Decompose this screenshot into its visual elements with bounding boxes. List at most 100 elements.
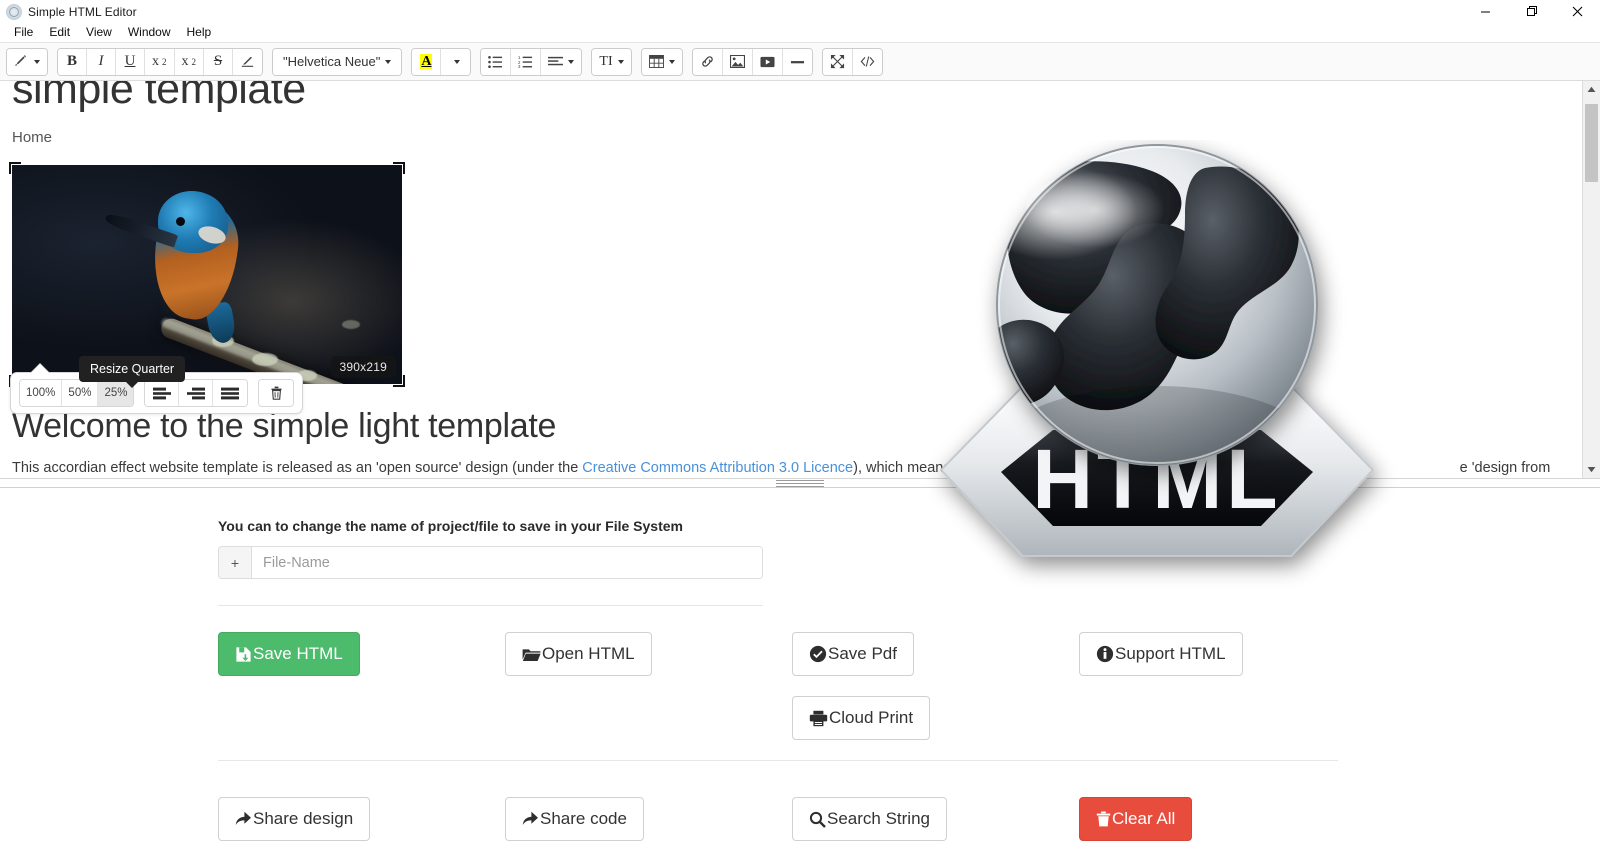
superscript-button[interactable]: x2	[145, 48, 175, 75]
resize-handle-top-left[interactable]	[9, 162, 21, 174]
chevron-down-icon	[617, 59, 624, 64]
editable-document[interactable]: simple template Home 390x219 Welcome to …	[0, 81, 1582, 478]
eraser-icon[interactable]	[233, 48, 262, 75]
italic-button[interactable]: I	[87, 48, 116, 75]
font-name-label: "Helvetica Neue"	[283, 54, 381, 69]
share-code-button[interactable]: Share code	[505, 797, 644, 841]
subscript-button[interactable]: x2	[174, 48, 204, 75]
editor-content-area[interactable]: simple template Home 390x219 Welcome to …	[0, 81, 1600, 479]
text-color-dropdown[interactable]	[441, 48, 471, 75]
code-icon[interactable]	[852, 48, 882, 75]
share-design-button[interactable]: Share design	[218, 797, 371, 841]
plus-icon[interactable]: +	[219, 547, 252, 578]
link-icon[interactable]	[692, 48, 723, 75]
file-name-input[interactable]	[252, 547, 762, 578]
window-title: Simple HTML Editor	[28, 4, 137, 19]
menu-item-file[interactable]: File	[6, 23, 41, 42]
paragraph-text-tail: e 'design from	[1459, 460, 1551, 476]
underline-button[interactable]: U	[116, 48, 145, 75]
svg-text:3: 3	[518, 64, 521, 69]
resize-50-button[interactable]: 50%	[62, 380, 99, 406]
save-html-button[interactable]: Save HTML	[218, 632, 360, 676]
selected-image-container[interactable]: 390x219	[9, 162, 405, 387]
font-name-dropdown[interactable]: "Helvetica Neue"	[273, 48, 402, 75]
paragraph-text-before: This accordian effect website template i…	[12, 460, 583, 476]
style-wand-button[interactable]	[7, 48, 47, 75]
save-pdf-label: Save Pdf	[828, 644, 897, 663]
creative-commons-link[interactable]: Creative Commons Attribution 3.0 Licence	[582, 460, 853, 476]
doc-nav-home-link[interactable]: Home	[12, 129, 1570, 147]
chevron-down-icon	[568, 59, 575, 64]
save-pdf-button[interactable]: Save Pdf	[792, 632, 914, 676]
primary-actions-row: Save HTML Open HTML Save Pdf Support HTM…	[218, 632, 1600, 676]
kingfisher-photo[interactable]: 390x219	[12, 165, 402, 384]
chevron-down-icon	[453, 59, 460, 64]
toolbar-group-insert	[691, 47, 813, 76]
support-html-button[interactable]: Support HTML	[1079, 632, 1243, 676]
minimize-icon[interactable]	[1462, 0, 1508, 23]
doc-title: simple template	[12, 81, 306, 113]
cloud-print-button[interactable]: Cloud Print	[792, 696, 931, 740]
expand-arrows-icon[interactable]	[822, 48, 853, 75]
scroll-down-arrow-icon[interactable]	[1583, 461, 1600, 478]
lichen-decor	[252, 353, 278, 366]
align-justify-icon[interactable]	[213, 380, 248, 406]
folder-open-icon	[522, 646, 541, 662]
toolbar-group-table	[640, 47, 683, 76]
scroll-up-arrow-icon[interactable]	[1583, 81, 1600, 98]
toolbar-group-format: B I U x2 x2 S	[57, 47, 263, 76]
editor-vertical-scrollbar[interactable]	[1582, 81, 1600, 478]
image-icon[interactable]	[722, 48, 753, 75]
scrollbar-thumb[interactable]	[1585, 104, 1598, 182]
align-left-icon[interactable]	[145, 380, 180, 406]
unordered-list-button[interactable]	[481, 48, 512, 75]
bold-button[interactable]: B	[58, 48, 87, 75]
image-size-group: 100% 50% 25%	[19, 379, 135, 407]
resize-handle-bottom-right[interactable]	[393, 375, 405, 387]
printer-icon	[809, 710, 828, 727]
menu-item-help[interactable]: Help	[179, 23, 220, 42]
chevron-down-icon	[668, 59, 675, 64]
ordered-list-button[interactable]: 1 2 3	[511, 48, 542, 75]
highlight-a-icon: A	[420, 54, 433, 69]
lichen-decor	[342, 320, 360, 329]
menu-item-window[interactable]: Window	[120, 23, 179, 42]
resize-handle-top-right[interactable]	[393, 162, 405, 174]
open-html-button[interactable]: Open HTML	[505, 632, 652, 676]
share-code-label: Share code	[540, 809, 627, 828]
bird-eye	[176, 217, 185, 226]
share-actions-row: Share design Share code Search String Cl…	[218, 797, 1600, 841]
text-color-button[interactable]: A	[412, 48, 442, 75]
panel-splitter[interactable]	[0, 479, 1600, 488]
doc-paragraph: This accordian effect website template i…	[12, 458, 1570, 478]
trash-icon[interactable]	[259, 380, 294, 406]
menubar: File Edit View Window Help	[0, 23, 1600, 43]
clear-all-button[interactable]: Clear All	[1079, 797, 1193, 841]
chevron-down-icon	[385, 59, 392, 64]
image-align-group	[144, 379, 249, 407]
strikethrough-button[interactable]: S	[204, 48, 233, 75]
clear-all-label: Clear All	[1112, 809, 1176, 828]
paragraph-text-after: ), which means	[853, 460, 951, 476]
actions-panel: You can to change the name of project/fi…	[0, 488, 1600, 856]
toolbar-group-textstyle: TI	[591, 47, 632, 76]
minus-icon[interactable]	[782, 48, 812, 75]
resize-100-button[interactable]: 100%	[20, 380, 63, 406]
close-icon[interactable]	[1554, 0, 1600, 23]
paragraph-align-dropdown[interactable]	[541, 48, 582, 75]
table-dropdown[interactable]	[641, 48, 682, 75]
search-string-button[interactable]: Search String	[792, 797, 947, 841]
menu-item-edit[interactable]: Edit	[41, 23, 78, 42]
text-style-dropdown[interactable]: TI	[592, 48, 631, 75]
align-right-icon[interactable]	[179, 380, 214, 406]
toolbar-group-view	[821, 47, 883, 76]
share-icon	[522, 811, 539, 827]
menu-item-view[interactable]: View	[78, 23, 120, 42]
maximize-icon[interactable]	[1508, 0, 1554, 23]
check-circle-icon	[809, 645, 827, 663]
cloud-print-label: Cloud Print	[829, 708, 914, 727]
image-size-badge: 390x219	[330, 356, 396, 378]
support-html-label: Support HTML	[1115, 644, 1226, 663]
splitter-grip[interactable]	[776, 479, 824, 488]
video-icon[interactable]	[752, 48, 783, 75]
